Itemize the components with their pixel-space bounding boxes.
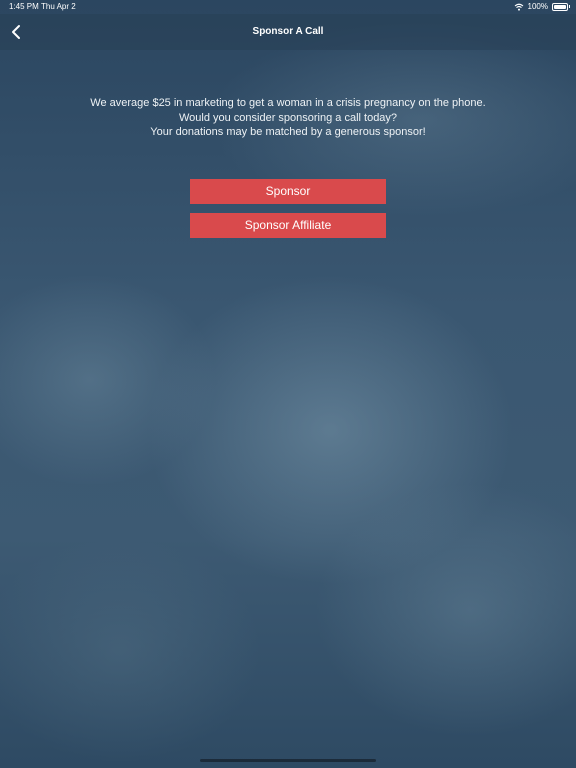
status-indicators: 100% bbox=[514, 0, 570, 14]
sponsor-affiliate-button[interactable]: Sponsor Affiliate bbox=[190, 213, 386, 238]
page-title: Sponsor A Call bbox=[252, 26, 324, 37]
message-line: Would you consider sponsoring a call tod… bbox=[178, 111, 398, 124]
home-indicator[interactable] bbox=[200, 759, 376, 762]
status-time: 1:45 PM bbox=[9, 2, 39, 11]
wifi-icon bbox=[514, 3, 523, 11]
navigation-bar: Sponsor A Call bbox=[0, 14, 576, 50]
message-line: Your donations may be matched by a gener… bbox=[150, 126, 426, 138]
status-bar: 1:45 PM Thu Apr 2 100% bbox=[0, 0, 576, 14]
sponsor-message: We average $25 in marketing to get a wom… bbox=[0, 96, 576, 140]
message-line: We average $25 in marketing to get a wom… bbox=[90, 97, 486, 109]
status-date: Thu Apr 2 bbox=[41, 2, 76, 11]
battery-percentage: 100% bbox=[527, 2, 548, 11]
sponsor-button[interactable]: Sponsor bbox=[190, 179, 386, 204]
battery-icon bbox=[552, 3, 570, 11]
